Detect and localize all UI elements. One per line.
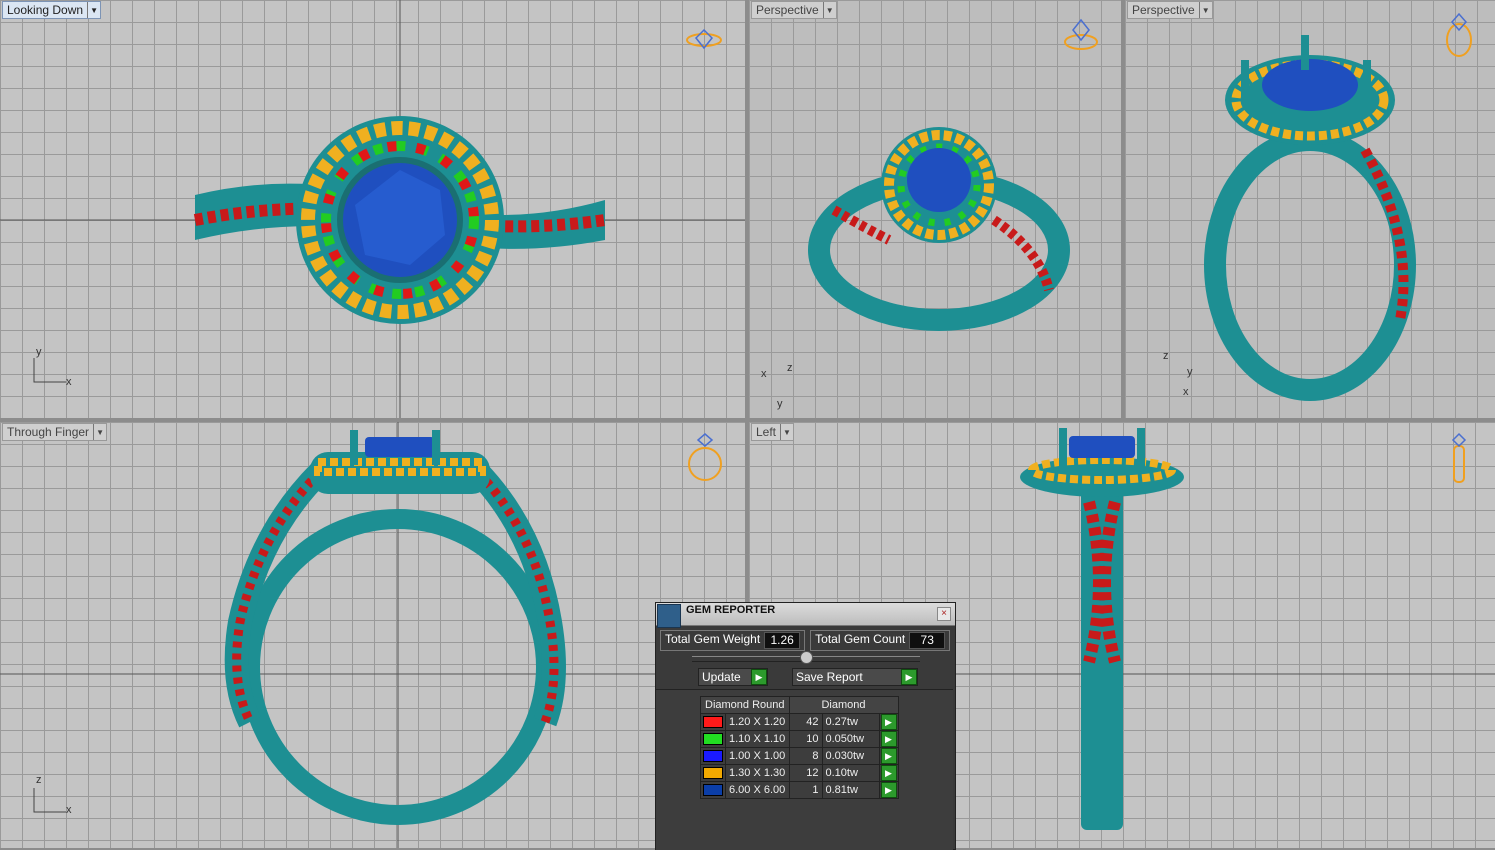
ring-perspective-view-2 [1204, 35, 1416, 401]
swatch-icon [703, 733, 723, 745]
row-action[interactable]: ▶ [878, 713, 899, 731]
viewport-label[interactable]: Left ▼ [751, 423, 795, 441]
gem-count: 12 [788, 764, 823, 782]
play-arrow-icon[interactable]: ▶ [880, 714, 897, 730]
orientation-gizmo-icon [1064, 18, 1098, 50]
play-arrow-icon[interactable]: ▶ [901, 669, 917, 685]
gem-size: 1.00 X 1.00 [725, 747, 790, 765]
dropdown-arrow-icon[interactable]: ▼ [87, 2, 100, 18]
gem-count: 10 [788, 730, 823, 748]
play-arrow-icon[interactable]: ▶ [880, 765, 897, 781]
total-weight-value: 1.26 [764, 632, 801, 649]
orientation-gizmo-icon [686, 28, 722, 50]
save-report-button[interactable]: Save Report ▶ [792, 668, 918, 686]
gem-table: Diamond Round Diamond 1.20 X 1.20 42 0.27t… [700, 696, 899, 799]
dropdown-arrow-icon[interactable]: ▼ [93, 424, 106, 440]
gem-size: 6.00 X 6.00 [725, 781, 790, 799]
gem-weight: 0.10tw [821, 764, 880, 782]
total-count-label: Total Gem Count [815, 632, 906, 646]
gem-count: 1 [788, 781, 823, 799]
axis-indicator-icon [33, 788, 66, 813]
swatch-icon [703, 716, 723, 728]
axis-indicator-icon [33, 358, 66, 383]
dropdown-arrow-icon[interactable]: ▼ [780, 424, 793, 440]
table-row[interactable]: 1.00 X 1.00 8 0.030tw ▶ [700, 747, 899, 765]
viewport-perspective-2[interactable]: Perspective ▼ z y x [1125, 0, 1495, 418]
gem-weight: 0.27tw [821, 713, 880, 731]
axis-y-label: y [1187, 366, 1193, 378]
row-action[interactable]: ▶ [878, 781, 899, 799]
gem-table-area: Diamond Round Diamond 1.20 X 1.20 42 0.27t… [656, 689, 953, 850]
axis-z-label: z [787, 362, 793, 374]
totals-row: Total Gem Weight 1.26 Total Gem Count 73 [660, 630, 951, 651]
viewport-through-finger[interactable]: Through Finger ▼ z x [0, 422, 745, 848]
viewport-label[interactable]: Through Finger ▼ [2, 423, 108, 441]
action-buttons: Update ▶ Save Report ▶ [698, 668, 918, 686]
dropdown-arrow-icon[interactable]: ▼ [822, 2, 836, 18]
axis-z-label: z [36, 774, 42, 786]
panel-splitter[interactable] [692, 651, 920, 664]
play-arrow-icon[interactable]: ▶ [751, 669, 767, 685]
viewport-label[interactable]: Perspective ▼ [751, 1, 837, 19]
orientation-gizmo-icon [1446, 12, 1472, 57]
row-action[interactable]: ▶ [878, 764, 899, 782]
orientation-gizmo-icon [1451, 432, 1467, 483]
ring-top-view [0, 0, 745, 418]
gem-count: 42 [788, 713, 823, 731]
splitter-handle-icon[interactable] [800, 651, 813, 664]
gem-color-swatch [700, 764, 726, 782]
gem-size: 1.20 X 1.20 [725, 713, 790, 731]
gem-count: 8 [788, 747, 823, 765]
gem-color-swatch [700, 781, 726, 799]
viewport-perspective-1[interactable]: Perspective ▼ x z y [749, 0, 1121, 418]
table-row[interactable]: 6.00 X 6.00 1 0.81tw ▶ [700, 781, 899, 799]
gem-reporter-logo-icon [657, 604, 681, 628]
orientation-gizmo-icon [688, 433, 722, 481]
play-arrow-icon[interactable]: ▶ [880, 748, 897, 764]
viewport-label[interactable]: Looking Down ▼ [2, 1, 102, 19]
swatch-icon [703, 767, 723, 779]
ring-perspective-view-1 [808, 127, 1070, 331]
total-count-value: 73 [909, 632, 946, 649]
gem-weight: 0.030tw [821, 747, 880, 765]
gem-reporter-panel[interactable]: GEM REPORTER × Total Gem Weight 1.26 Tot… [655, 602, 956, 850]
play-arrow-icon[interactable]: ▶ [880, 782, 897, 798]
gem-color-swatch [700, 730, 726, 748]
column-header-diamond: Diamond [788, 696, 899, 714]
dropdown-arrow-icon[interactable]: ▼ [1198, 2, 1212, 18]
gem-reporter-title: GEM REPORTER [686, 604, 776, 616]
row-action[interactable]: ▶ [878, 730, 899, 748]
viewport-looking-down[interactable]: Looking Down ▼ y x [0, 0, 745, 418]
update-button[interactable]: Update ▶ [698, 668, 768, 686]
row-action[interactable]: ▶ [878, 747, 899, 765]
axis-y-label: y [36, 346, 42, 358]
axis-z-label: z [1163, 350, 1169, 362]
swatch-icon [703, 784, 723, 796]
total-count-field: Total Gem Count 73 [810, 630, 951, 651]
axis-y-label: y [777, 398, 783, 410]
total-weight-label: Total Gem Weight [665, 632, 761, 646]
gem-size: 1.30 X 1.30 [725, 764, 790, 782]
axis-x-label: x [1183, 386, 1189, 398]
gem-color-swatch [700, 713, 726, 731]
play-arrow-icon[interactable]: ▶ [880, 731, 897, 747]
gem-weight: 0.050tw [821, 730, 880, 748]
ring-front-view [0, 422, 745, 848]
gem-size: 1.10 X 1.10 [725, 730, 790, 748]
table-row[interactable]: 1.10 X 1.10 10 0.050tw ▶ [700, 730, 899, 748]
table-row[interactable]: 1.20 X 1.20 42 0.27tw ▶ [700, 713, 899, 731]
gem-reporter-titlebar[interactable]: GEM REPORTER × [656, 603, 955, 628]
column-header-diamond-round: Diamond Round [700, 696, 790, 714]
viewport-label[interactable]: Perspective ▼ [1127, 1, 1213, 19]
table-row[interactable]: 1.30 X 1.30 12 0.10tw ▶ [700, 764, 899, 782]
axis-x-label: x [761, 368, 767, 380]
swatch-icon [703, 750, 723, 762]
gem-weight: 0.81tw [821, 781, 880, 799]
total-weight-field: Total Gem Weight 1.26 [660, 630, 806, 651]
close-icon[interactable]: × [937, 607, 951, 621]
gem-color-swatch [700, 747, 726, 765]
